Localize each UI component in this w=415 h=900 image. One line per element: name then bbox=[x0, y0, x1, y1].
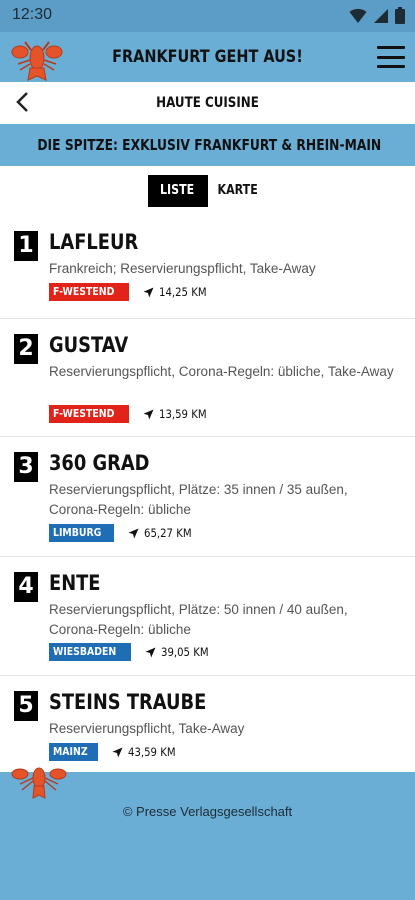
status-time: 12:30 bbox=[12, 6, 53, 23]
restaurant-name: STEINS TRAUBE bbox=[49, 690, 207, 714]
list-item[interactable]: 4 ENTE Reservierungspflicht, Plätze: 50 … bbox=[0, 557, 415, 676]
content-area: LISTE KARTE 1 LAFLEUR Frankreich; Reserv… bbox=[0, 166, 415, 772]
rank-number: 4 bbox=[14, 572, 38, 602]
item-meta: F-WESTEND 13,59 KM bbox=[49, 405, 213, 423]
navigation-arrow-icon bbox=[128, 528, 139, 538]
banner-text: DIE SPITZE: EXKLUSIV FRANKFURT & RHEIN-M… bbox=[37, 136, 382, 154]
copyright-text: © Presse Verlagsgesellschaft bbox=[122, 804, 293, 819]
footer: © Presse Verlagsgesellschaft bbox=[0, 767, 415, 900]
district-badge: F-WESTEND bbox=[49, 405, 130, 423]
app-title: FRANKFURT GEHT AUS! bbox=[112, 47, 303, 67]
district-badge: WIESBADEN bbox=[49, 643, 132, 661]
distance-value: 14,25 KM bbox=[159, 285, 207, 299]
category-banner: DIE SPITZE: EXKLUSIV FRANKFURT & RHEIN-M… bbox=[0, 124, 415, 166]
battery-icon bbox=[395, 7, 405, 24]
district-badge: LIMBURG bbox=[49, 524, 114, 542]
menu-line bbox=[377, 55, 405, 59]
restaurant-description: Reservierungspflicht, Plätze: 35 innen /… bbox=[49, 482, 348, 517]
item-meta: WIESBADEN 39,05 KM bbox=[49, 643, 215, 661]
rank-number: 2 bbox=[14, 334, 38, 364]
navigation-arrow-icon bbox=[143, 287, 154, 297]
distance: 14,25 KM bbox=[143, 285, 213, 299]
restaurant-description: Frankreich; Reservierungspflicht, Take-A… bbox=[49, 261, 316, 276]
menu-line bbox=[377, 65, 405, 68]
navigation-arrow-icon bbox=[112, 747, 123, 757]
distance-value: 43,59 KM bbox=[127, 745, 176, 759]
district-label: F-WESTEND bbox=[53, 407, 115, 420]
district-label: LIMBURG bbox=[53, 526, 102, 539]
distance: 43,59 KM bbox=[112, 745, 182, 759]
tab-list[interactable]: LISTE bbox=[147, 175, 208, 207]
distance: 39,05 KM bbox=[145, 645, 215, 659]
district-badge: MAINZ bbox=[49, 743, 98, 761]
tab-map-label: KARTE bbox=[217, 183, 258, 198]
tab-list-label: LISTE bbox=[160, 183, 195, 198]
restaurant-description: Reservierungspflicht, Take-Away bbox=[49, 721, 245, 736]
navigation-arrow-icon bbox=[145, 647, 156, 657]
tab-map[interactable]: KARTE bbox=[208, 175, 268, 207]
rank-number: 5 bbox=[14, 691, 38, 721]
status-bar: 12:30 bbox=[0, 0, 415, 32]
distance: 65,27 KM bbox=[128, 526, 198, 540]
menu-line bbox=[377, 46, 405, 49]
restaurant-name: 360 GRAD bbox=[49, 451, 150, 475]
item-meta: MAINZ 43,59 KM bbox=[49, 743, 182, 761]
item-meta: F-WESTEND 14,25 KM bbox=[49, 283, 213, 301]
restaurant-name: ENTE bbox=[49, 571, 101, 595]
back-arrow-icon[interactable] bbox=[14, 91, 32, 113]
distance: 13,59 KM bbox=[143, 407, 213, 421]
lobster-icon bbox=[11, 767, 67, 799]
list-item[interactable]: 2 GUSTAV Reservierungspflicht, Corona-Re… bbox=[0, 319, 415, 437]
district-badge: F-WESTEND bbox=[49, 283, 130, 301]
district-label: MAINZ bbox=[53, 745, 88, 758]
view-toggle: LISTE KARTE bbox=[0, 175, 415, 207]
restaurant-description: Reservierungspflicht, Plätze: 50 innen /… bbox=[49, 602, 348, 637]
list-item[interactable]: 5 STEINS TRAUBE Reservierungspflicht, Ta… bbox=[0, 676, 415, 776]
district-label: F-WESTEND bbox=[53, 285, 115, 298]
restaurant-description: Reservierungspflicht, Corona-Regeln: übl… bbox=[49, 364, 394, 379]
item-meta: LIMBURG 65,27 KM bbox=[49, 524, 198, 542]
wifi-icon bbox=[349, 8, 367, 23]
rank-number: 1 bbox=[14, 231, 38, 261]
restaurant-name: GUSTAV bbox=[49, 333, 129, 357]
page-title: HAUTE CUISINE bbox=[156, 95, 259, 111]
restaurant-list: 1 LAFLEUR Frankreich; Reservierungspflic… bbox=[0, 216, 415, 776]
navigation-arrow-icon bbox=[143, 409, 154, 419]
restaurant-name: LAFLEUR bbox=[49, 230, 139, 254]
distance-value: 39,05 KM bbox=[161, 645, 209, 659]
hamburger-menu-icon[interactable] bbox=[377, 46, 405, 68]
app-bar: FRANKFURT GEHT AUS! bbox=[0, 32, 415, 82]
list-item[interactable]: 1 LAFLEUR Frankreich; Reservierungspflic… bbox=[0, 216, 415, 319]
page-header: HAUTE CUISINE bbox=[0, 82, 415, 124]
signal-icon bbox=[374, 8, 388, 23]
distance-value: 13,59 KM bbox=[159, 407, 207, 421]
rank-number: 3 bbox=[14, 452, 38, 482]
district-label: WIESBADEN bbox=[53, 645, 117, 658]
distance-value: 65,27 KM bbox=[143, 526, 192, 540]
list-item[interactable]: 3 360 GRAD Reservierungspflicht, Plätze:… bbox=[0, 437, 415, 557]
status-icons bbox=[349, 7, 405, 24]
